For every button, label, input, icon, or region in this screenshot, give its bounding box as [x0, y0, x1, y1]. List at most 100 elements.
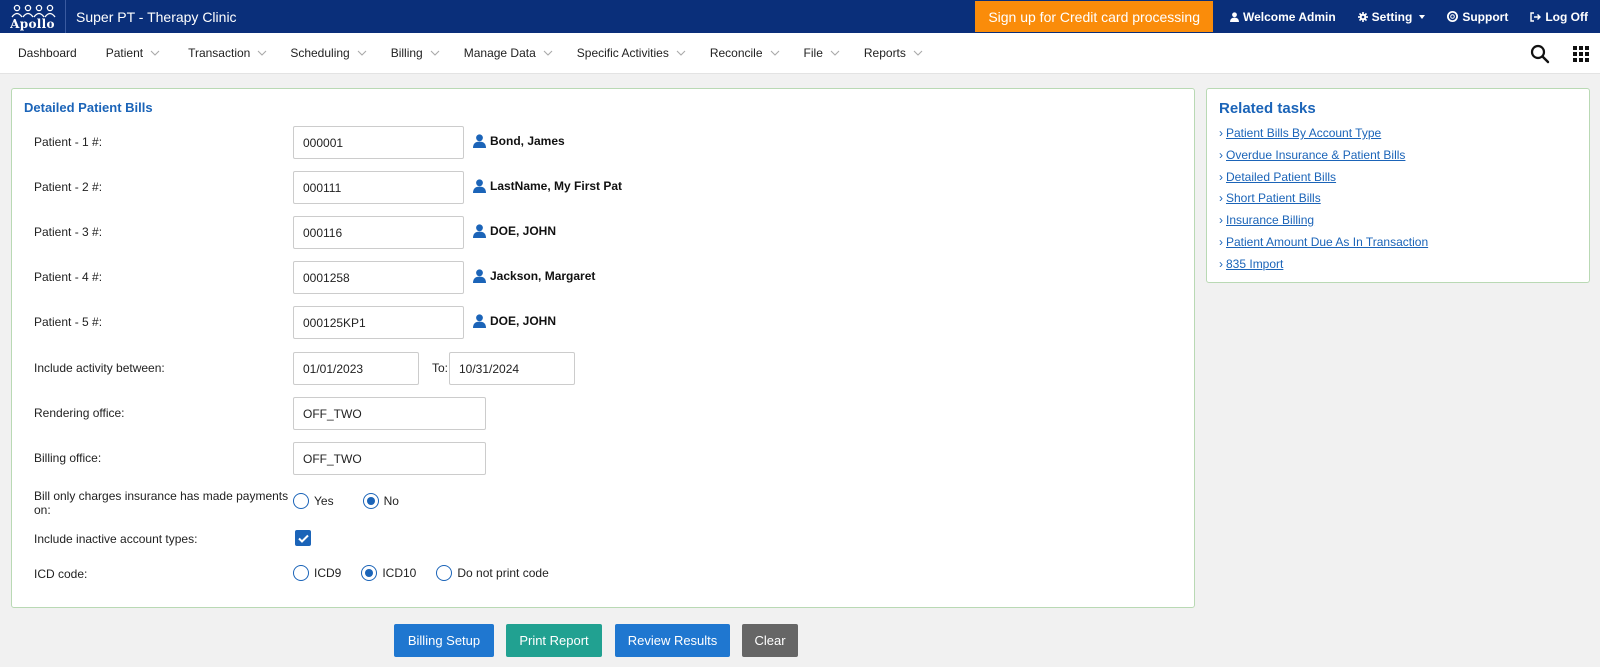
print-report-button[interactable]: Print Report	[506, 624, 602, 657]
patient-3-name[interactable]: DOE, JOHN	[473, 224, 556, 238]
caret-down-icon	[1419, 14, 1426, 19]
patient-2-name[interactable]: LastName, My First Pat	[473, 179, 622, 193]
patient-2-input[interactable]: 000111	[293, 171, 464, 204]
patient-1-label: Patient - 1 #:	[34, 135, 103, 149]
chevron-right-icon: ›	[1219, 235, 1223, 249]
main-menu: Dashboard Patient Transaction Scheduling…	[0, 33, 1600, 74]
icd9-label: ICD9	[314, 566, 342, 580]
icd-code-radio-group: ICD9 ICD10 Do not print code	[293, 565, 578, 581]
user-icon	[473, 224, 486, 238]
task-link-text[interactable]: Detailed Patient Bills	[1226, 170, 1336, 184]
chevron-down-icon	[913, 50, 923, 56]
clear-button[interactable]: Clear	[742, 624, 798, 657]
task-link-text[interactable]: Overdue Insurance & Patient Bills	[1226, 148, 1405, 162]
logo-text: Apollo	[10, 16, 55, 31]
related-task-link[interactable]: › 835 Import	[1219, 257, 1283, 271]
patient-name-text: DOE, JOHN	[490, 224, 557, 238]
patient-3-input[interactable]: 000116	[293, 216, 464, 249]
patient-5-label: Patient - 5 #:	[34, 315, 103, 329]
patient-4-label: Patient - 4 #:	[34, 270, 103, 284]
related-task-link[interactable]: › Insurance Billing	[1219, 213, 1314, 227]
chevron-down-icon	[150, 50, 160, 56]
chevron-down-icon	[257, 50, 267, 56]
people-logo-icon	[10, 4, 56, 17]
menu-manage-data[interactable]: Manage Data	[464, 33, 553, 74]
task-link-text[interactable]: 835 Import	[1226, 257, 1283, 271]
icd-code-label: ICD code:	[34, 567, 88, 581]
setting-menu[interactable]: Setting	[1357, 9, 1426, 24]
patient-1-name[interactable]: Bond, James	[473, 134, 565, 148]
top-bar: Apollo Super PT - Therapy Clinic Sign up…	[0, 0, 1600, 33]
search-icon[interactable]	[1530, 44, 1550, 64]
bill-only-no-label: No	[383, 494, 399, 508]
bill-only-yes-radio[interactable]	[293, 493, 309, 509]
icd10-radio[interactable]	[361, 565, 378, 581]
menu-transaction[interactable]: Transaction	[188, 33, 267, 74]
menu-dashboard[interactable]: Dashboard	[18, 33, 77, 74]
menu-file[interactable]: File	[804, 33, 840, 74]
task-link-text[interactable]: Patient Bills By Account Type	[1226, 126, 1381, 140]
chevron-right-icon: ›	[1219, 170, 1223, 184]
date-to-input[interactable]: 10/31/2024	[449, 352, 575, 385]
patient-2-label: Patient - 2 #:	[34, 180, 103, 194]
menu-label: Billing	[390, 46, 423, 60]
rendering-office-input[interactable]: OFF_TWO	[293, 397, 486, 430]
bill-only-no-radio[interactable]	[362, 493, 379, 509]
menu-reconcile[interactable]: Reconcile	[710, 33, 780, 74]
menu-billing[interactable]: Billing	[391, 33, 440, 74]
patient-4-name[interactable]: Jackson, Margaret	[473, 269, 595, 283]
patient-3-label: Patient - 3 #:	[34, 225, 103, 239]
gear-icon	[1357, 11, 1368, 22]
apollo-logo[interactable]: Apollo	[0, 0, 66, 33]
patient-name-text: Bond, James	[490, 134, 565, 148]
billing-setup-button[interactable]: Billing Setup	[394, 624, 494, 657]
date-from-input[interactable]: 01/01/2023	[293, 352, 419, 385]
review-results-button[interactable]: Review Results	[615, 624, 730, 657]
icd-do-not-print-radio[interactable]	[436, 565, 453, 581]
panel-title: Detailed Patient Bills	[24, 100, 153, 115]
related-task-link[interactable]: › Overdue Insurance & Patient Bills	[1219, 148, 1405, 162]
menu-label: Transaction	[188, 46, 251, 60]
chevron-right-icon: ›	[1219, 191, 1223, 205]
billing-office-label: Billing office:	[34, 451, 102, 465]
menu-scheduling[interactable]: Scheduling	[290, 33, 367, 74]
billing-office-input[interactable]: OFF_TWO	[293, 442, 486, 475]
bill-only-label: Bill only charges insurance has made pay…	[34, 489, 288, 517]
menu-patient[interactable]: Patient	[106, 33, 160, 74]
task-link-text[interactable]: Insurance Billing	[1226, 213, 1314, 227]
setting-label: Setting	[1371, 9, 1413, 24]
menu-specific-activities[interactable]: Specific Activities	[577, 33, 686, 74]
chevron-down-icon	[543, 50, 553, 56]
icd9-radio[interactable]	[293, 565, 309, 581]
logoff-link[interactable]: Log Off	[1530, 10, 1588, 24]
related-task-link[interactable]: › Patient Amount Due As In Transaction	[1219, 235, 1428, 249]
signup-credit-card-button[interactable]: Sign up for Credit card processing	[975, 1, 1213, 32]
chevron-down-icon	[770, 50, 779, 56]
patient-5-name[interactable]: DOE, JOHN	[473, 314, 556, 328]
task-link-text[interactable]: Short Patient Bills	[1226, 191, 1321, 205]
bill-only-radio-group: Yes No	[293, 493, 428, 509]
support-link[interactable]: Support	[1447, 10, 1508, 24]
task-link-text[interactable]: Patient Amount Due As In Transaction	[1226, 235, 1428, 249]
related-task-link[interactable]: › Short Patient Bills	[1219, 191, 1321, 205]
patient-4-input[interactable]: 0001258	[293, 261, 464, 294]
menu-label: File	[803, 46, 823, 60]
chevron-right-icon: ›	[1219, 126, 1223, 140]
user-icon	[473, 134, 486, 148]
icd10-label: ICD10	[382, 566, 417, 580]
bill-only-label-line1: Bill only charges insurance has made pay…	[34, 489, 289, 503]
user-icon	[473, 179, 486, 193]
apps-grid-icon[interactable]	[1573, 45, 1589, 62]
welcome-admin-link[interactable]: Welcome Admin	[1229, 10, 1336, 24]
chevron-down-icon	[676, 50, 686, 56]
patient-5-input[interactable]: 000125KP1	[293, 306, 464, 339]
logoff-label: Log Off	[1545, 9, 1588, 24]
patient-name-text: DOE, JOHN	[490, 314, 557, 328]
related-task-link[interactable]: › Patient Bills By Account Type	[1219, 126, 1381, 140]
rendering-office-label: Rendering office:	[34, 406, 125, 420]
patient-1-input[interactable]: 000001	[293, 126, 464, 159]
related-task-link[interactable]: › Detailed Patient Bills	[1219, 170, 1336, 184]
menu-reports[interactable]: Reports	[864, 33, 923, 74]
inactive-account-checkbox[interactable]	[295, 530, 311, 546]
inactive-account-label: Include inactive account types:	[34, 532, 198, 546]
